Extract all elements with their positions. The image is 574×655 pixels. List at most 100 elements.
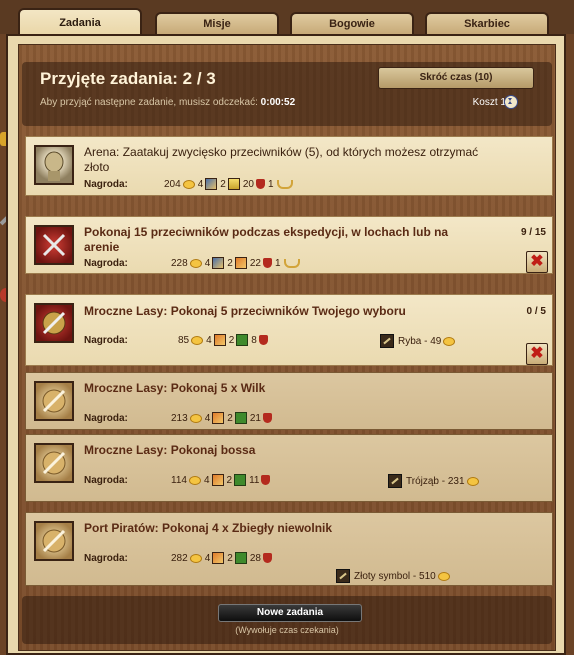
quest-title: Arena: Zaatakuj zwycięsko przeciwników (… (84, 145, 479, 174)
honor-icon (234, 474, 247, 486)
new-quests-note: (Wywołuje czas czekania) (235, 625, 339, 635)
gold-coin-icon (466, 476, 479, 486)
item-icon (388, 474, 402, 488)
reward-label: Nagroda: (84, 179, 128, 190)
experience-icon (211, 474, 224, 486)
reward-label: Nagroda: (84, 335, 128, 346)
xp-value: 4 (197, 178, 204, 190)
cancel-quest-button[interactable]: ✖ (526, 251, 548, 273)
fame-medal-icon (262, 413, 272, 423)
item-reward-label: Trójząb - 231 (406, 475, 465, 487)
gold-value: 282 (171, 552, 188, 564)
honor-icon (227, 178, 240, 190)
gold-value: 204 (164, 178, 181, 190)
xp-value: 4 (206, 334, 212, 346)
quest-title: Pokonaj 15 przeciwników podczas ekspedyc… (84, 225, 449, 254)
item-reward-label: Ryba - 49 (398, 335, 442, 347)
item-reward-label: Złoty symbol - 510 (354, 570, 436, 582)
reward-label: Nagroda: (84, 413, 128, 424)
arena-helmet-icon (34, 145, 74, 185)
sword-shield-icon (34, 443, 74, 483)
gold-coin-icon (437, 571, 450, 581)
xp-value: 4 (203, 474, 210, 486)
gold-coin-icon (191, 335, 204, 345)
quest-card[interactable]: Mroczne Lasy: Pokonaj bossa Nagroda: 114… (25, 434, 553, 502)
honor-value: 2 (227, 552, 233, 564)
quest-card[interactable]: Mroczne Lasy: Pokonaj 5 przeciwników Two… (25, 294, 553, 366)
item-reward: Trójząb - 231 (388, 474, 482, 488)
xp-value: 4 (204, 412, 211, 424)
new-quests-button[interactable]: Nowe zadania (218, 604, 362, 622)
gold-coin-icon (443, 336, 456, 346)
shorten-cost: Koszt 1 (472, 97, 506, 108)
reward-list: 114 4 2 11 (171, 474, 273, 486)
tab-skarbiec[interactable]: Skarbiec (425, 12, 549, 34)
wait-text: Aby przyjąć następne zadanie, musisz odc… (40, 97, 258, 108)
fame-value: 8 (251, 334, 257, 346)
cancel-quest-button[interactable]: ✖ (526, 343, 548, 365)
quest-window: Przyjęte zadania: 2 / 3 Aby przyjąć nast… (6, 34, 566, 655)
honor-value: 2 (226, 474, 233, 486)
tab-bar: Zadania Misje Bogowie Skarbiec (0, 0, 574, 36)
reward-list: 282 4 2 28 (171, 552, 275, 564)
quest-title: Mroczne Lasy: Pokonaj bossa (84, 443, 256, 457)
gold-value: 213 (171, 412, 188, 424)
fame-medal-icon (255, 179, 265, 189)
quest-card[interactable]: Mroczne Lasy: Pokonaj 5 x Wilk Nagroda: … (25, 372, 553, 430)
gold-value: 85 (178, 334, 190, 346)
fame-medal-icon (262, 553, 272, 563)
fame-value: 11 (249, 474, 260, 486)
gold-coin-icon (189, 258, 202, 268)
item-reward: Ryba - 49 (380, 334, 458, 348)
xp-value: 4 (204, 552, 211, 564)
laurel-icon (283, 258, 300, 268)
honor-icon (234, 412, 247, 424)
item-icon (380, 334, 394, 348)
sword-shield-icon (34, 303, 74, 343)
reward-list: 228 4 2 22 1 (171, 257, 300, 269)
fame-value: 21 (249, 412, 261, 424)
shorten-time-button[interactable]: Skróć czas (10) (378, 67, 534, 89)
quest-title: Mroczne Lasy: Pokonaj 5 x Wilk (84, 381, 266, 395)
tab-bogowie[interactable]: Bogowie (290, 12, 414, 34)
tab-misje[interactable]: Misje (155, 12, 279, 34)
fame-medal-icon (261, 475, 271, 485)
tab-zadania[interactable]: Zadania (18, 8, 142, 36)
fame-medal-icon (258, 335, 268, 345)
xp-value: 4 (204, 257, 211, 269)
honor-value: 2 (227, 257, 233, 269)
laurel-icon (276, 179, 293, 189)
reward-list: 85 4 2 8 (178, 334, 271, 346)
gold-value: 228 (171, 257, 188, 269)
quest-card[interactable]: Pokonaj 15 przeciwników podczas ekspedyc… (25, 216, 553, 274)
crossed-swords-icon (34, 225, 74, 265)
gold-coin-icon (182, 179, 195, 189)
ruby-value: 1 (267, 178, 274, 190)
quest-card[interactable]: Port Piratów: Pokonaj 4 x Zbiegły niewol… (25, 512, 553, 586)
item-reward: Złoty symbol - 510 (336, 569, 453, 583)
quest-title: Port Piratów: Pokonaj 4 x Zbiegły niewol… (84, 521, 333, 535)
experience-icon (205, 178, 218, 190)
reward-label: Nagroda: (84, 258, 128, 269)
honor-value: 2 (227, 412, 233, 424)
quest-title: Mroczne Lasy: Pokonaj 5 przeciwników Two… (84, 304, 406, 318)
experience-icon (212, 257, 225, 269)
fame-value: 20 (242, 178, 254, 190)
gold-coin-icon (189, 413, 202, 423)
quest-progress: 9 / 15 (520, 227, 546, 238)
sword-shield-icon (34, 521, 74, 561)
hourglass-icon (504, 95, 518, 109)
honor-value: 2 (228, 334, 235, 346)
experience-icon (212, 552, 225, 564)
experience-icon (213, 334, 226, 346)
reward-list: 204 4 2 20 1 (164, 178, 293, 190)
sword-shield-icon (34, 381, 74, 421)
ruby-value: 1 (274, 257, 281, 269)
accepted-quests-header: Przyjęte zadania: 2 / 3 Aby przyjąć nast… (22, 62, 552, 126)
fame-value: 22 (249, 257, 261, 269)
honor-icon (236, 334, 249, 346)
quest-card[interactable]: Arena: Zaatakuj zwycięsko przeciwników (… (25, 136, 553, 196)
gold-coin-icon (189, 553, 202, 563)
accepted-count-title: Przyjęte zadania: 2 / 3 (40, 69, 216, 88)
item-icon (336, 569, 350, 583)
